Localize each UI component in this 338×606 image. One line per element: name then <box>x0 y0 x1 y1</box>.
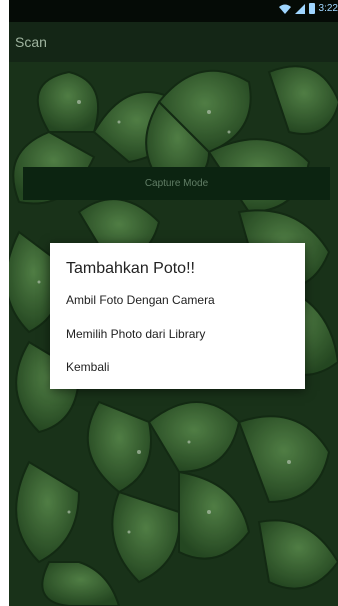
dialog-item-choose-library[interactable]: Memilih Photo dari Library <box>66 323 296 345</box>
status-icons: 3:22 <box>278 3 338 14</box>
battery-icon <box>308 3 315 14</box>
status-bar: 3:22 <box>9 0 338 22</box>
action-bar: Scan <box>9 22 338 62</box>
dialog-title: Tambahkan Poto!! <box>66 260 195 277</box>
add-photo-dialog: Tambahkan Poto!! Ambil Foto Dengan Camer… <box>50 243 305 389</box>
dialog-item-take-photo[interactable]: Ambil Foto Dengan Camera <box>66 289 296 311</box>
signal-icon <box>294 3 305 14</box>
status-time: 3:22 <box>318 3 338 14</box>
dialog-item-back[interactable]: Kembali <box>66 356 296 378</box>
phone-screen: 3:22 Scan Capture Mode Tambahkan Poto!! … <box>9 0 338 606</box>
wifi-icon <box>278 4 291 14</box>
action-bar-title: Scan <box>15 34 47 50</box>
